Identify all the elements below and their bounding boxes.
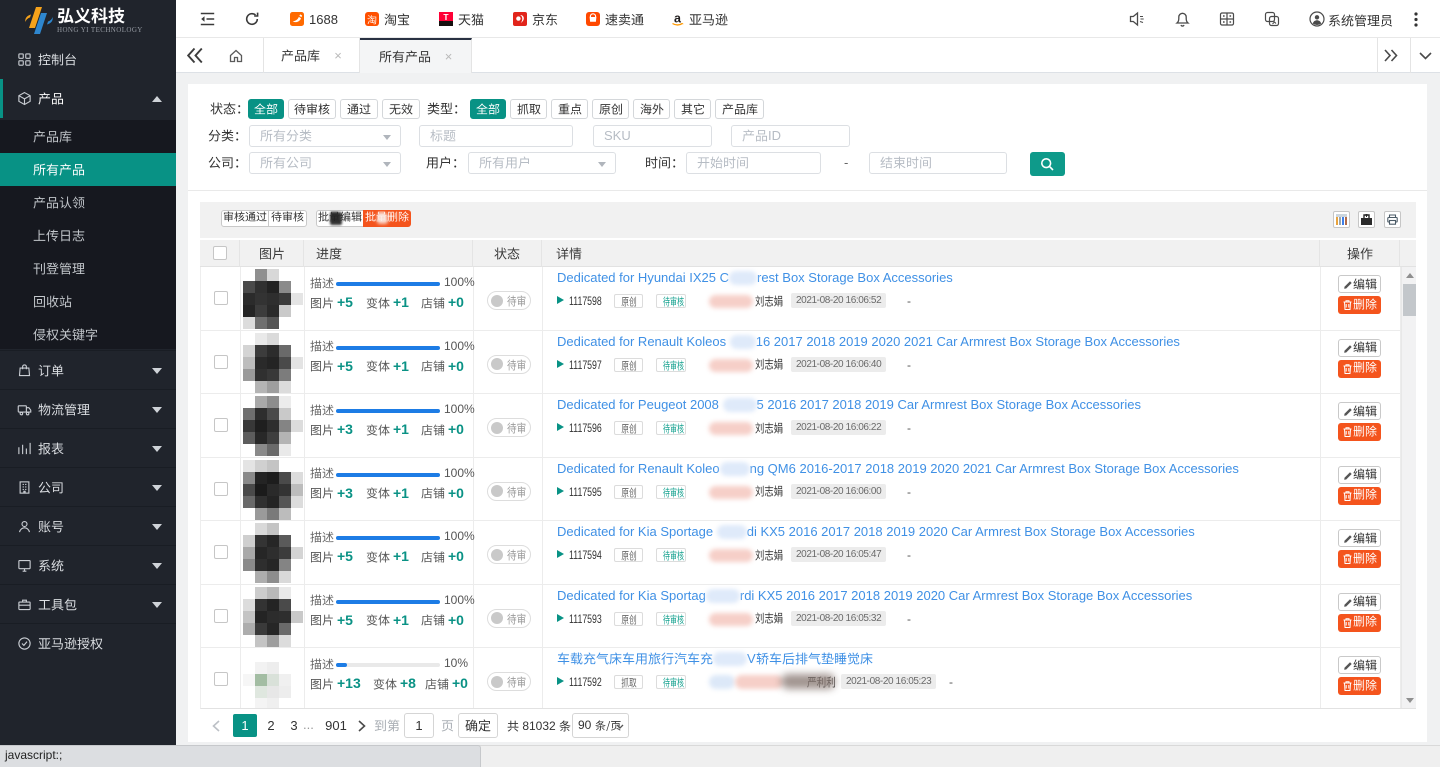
svg-text:T: T [443, 12, 449, 22]
svg-text:a: a [674, 12, 682, 26]
